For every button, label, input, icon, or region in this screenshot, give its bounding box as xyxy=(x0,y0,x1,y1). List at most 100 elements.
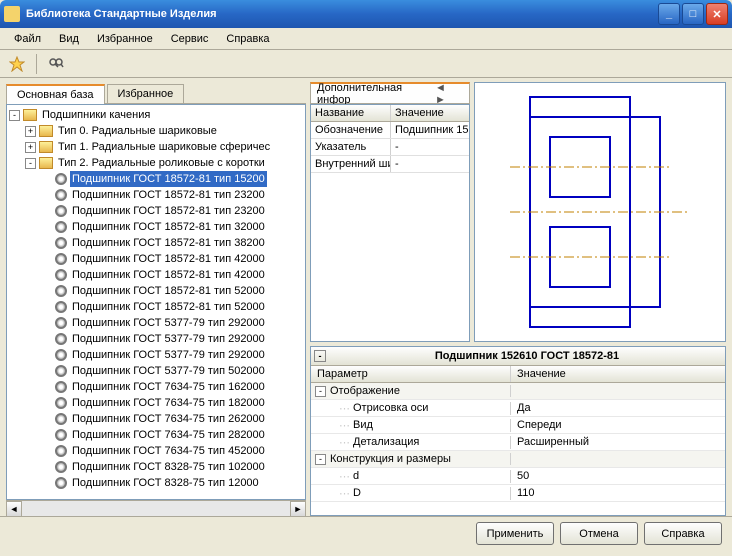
close-button[interactable]: ✕ xyxy=(706,3,728,25)
bearing-icon xyxy=(55,429,67,441)
tree-item[interactable]: +Тип 0. Радиальные шариковые xyxy=(9,123,303,139)
expand-all-icon[interactable]: - xyxy=(314,350,326,362)
tree-item-label: Тип 1. Радиальные шариковые сферичес xyxy=(56,139,272,155)
tree-item[interactable]: Подшипник ГОСТ 7634-75 тип 262000 xyxy=(9,411,303,427)
info-grid: Название Значение ОбозначениеПодшипник 1… xyxy=(310,104,470,342)
menu-service[interactable]: Сервис xyxy=(163,31,217,47)
bearing-icon xyxy=(55,397,67,409)
param-group[interactable]: -Конструкция и размеры xyxy=(311,451,725,468)
param-row[interactable]: ⋯D110 xyxy=(311,485,725,502)
drawing-preview xyxy=(474,82,726,342)
param-row[interactable]: ⋯ВидСпереди xyxy=(311,417,725,434)
tab-favorites[interactable]: Избранное xyxy=(107,84,185,103)
scroll-right-button[interactable]: ► xyxy=(290,501,306,517)
tree-item[interactable]: Подшипник ГОСТ 7634-75 тип 282000 xyxy=(9,427,303,443)
maximize-button[interactable]: □ xyxy=(682,3,704,25)
expander-icon[interactable]: + xyxy=(25,142,36,153)
bearing-icon xyxy=(55,173,67,185)
bearing-icon xyxy=(55,269,67,281)
tree-item[interactable]: Подшипник ГОСТ 18572-81 тип 42000 xyxy=(9,267,303,283)
expander-icon[interactable]: - xyxy=(9,110,20,121)
menu-favorites[interactable]: Избранное xyxy=(89,31,161,47)
minimize-button[interactable]: _ xyxy=(658,3,680,25)
separator xyxy=(36,54,37,74)
tree-item[interactable]: Подшипник ГОСТ 18572-81 тип 52000 xyxy=(9,283,303,299)
tab-nav-left-icon[interactable]: ◄ xyxy=(433,82,448,94)
tree-item[interactable]: Подшипник ГОСТ 18572-81 тип 42000 xyxy=(9,251,303,267)
tab-additional-info[interactable]: Дополнительная инфор ◄ ► xyxy=(310,82,470,103)
tree-item[interactable]: + Тип 1. Радиальные шариковые сферичес xyxy=(9,139,303,155)
tree-item[interactable]: Подшипник ГОСТ 18572-81 тип 38200 xyxy=(9,235,303,251)
param-row[interactable]: ⋯Отрисовка осиДа xyxy=(311,400,725,417)
folder-icon xyxy=(39,157,53,169)
info-row: ОбозначениеПодшипник 15: xyxy=(311,122,469,139)
expander-icon[interactable]: - xyxy=(315,454,326,465)
tree-view[interactable]: - Подшипники качения+Тип 0. Радиальные ша… xyxy=(6,104,306,500)
expander-icon[interactable]: - xyxy=(315,386,326,397)
tree-item-label: Подшипники качения xyxy=(40,107,152,123)
cancel-button[interactable]: Отмена xyxy=(560,522,638,545)
bearing-icon xyxy=(55,461,67,473)
bearing-icon xyxy=(55,333,67,345)
tree-item[interactable]: Подшипник ГОСТ 8328-75 тип 12000 xyxy=(9,475,303,491)
footer: Применить Отмена Справка xyxy=(0,516,732,550)
tree-item-label: Подшипник ГОСТ 18572-81 тип 42000 xyxy=(70,267,267,283)
tree-item[interactable]: Подшипник ГОСТ 18572-81 тип 52000 xyxy=(9,299,303,315)
param-value: Расширенный xyxy=(511,436,725,448)
param-value: 50 xyxy=(511,470,725,482)
param-group[interactable]: -Отображение xyxy=(311,383,725,400)
menubar: Файл Вид Избранное Сервис Справка xyxy=(0,28,732,50)
tree-item[interactable]: Подшипник ГОСТ 5377-79 тип 292000 xyxy=(9,331,303,347)
menu-view[interactable]: Вид xyxy=(51,31,87,47)
tree-item[interactable]: Подшипник ГОСТ 5377-79 тип 292000 xyxy=(9,315,303,331)
tree-item-label: Подшипник ГОСТ 18572-81 тип 52000 xyxy=(70,283,267,299)
tree-item[interactable]: Подшипник ГОСТ 18572-81 тип 15200 xyxy=(9,171,303,187)
favorite-icon[interactable] xyxy=(6,53,28,75)
tree-item-label: Подшипник ГОСТ 5377-79 тип 292000 xyxy=(70,331,267,347)
bearing-icon xyxy=(55,365,67,377)
apply-button[interactable]: Применить xyxy=(476,522,554,545)
menu-file[interactable]: Файл xyxy=(6,31,49,47)
tree-item[interactable]: Подшипник ГОСТ 7634-75 тип 162000 xyxy=(9,379,303,395)
info-header-name: Название xyxy=(311,105,391,121)
bearing-icon xyxy=(55,445,67,457)
help-button[interactable]: Справка xyxy=(644,522,722,545)
tree-item-label: Подшипник ГОСТ 5377-79 тип 502000 xyxy=(70,363,267,379)
param-row[interactable]: ⋯d50 xyxy=(311,468,725,485)
tree-item[interactable]: Подшипник ГОСТ 18572-81 тип 32000 xyxy=(9,219,303,235)
folder-icon xyxy=(23,109,37,121)
tree-item-label: Подшипник ГОСТ 7634-75 тип 452000 xyxy=(70,443,267,459)
param-value: Да xyxy=(511,402,725,414)
param-row[interactable]: ⋯ДетализацияРасширенный xyxy=(311,434,725,451)
tree-item[interactable]: Подшипник ГОСТ 7634-75 тип 182000 xyxy=(9,395,303,411)
params-header-param: Параметр xyxy=(311,366,511,382)
tab-main-base[interactable]: Основная база xyxy=(6,84,105,104)
param-name: D xyxy=(353,487,361,499)
tree-item[interactable]: Подшипник ГОСТ 8328-75 тип 102000 xyxy=(9,459,303,475)
tree-item[interactable]: Подшипник ГОСТ 5377-79 тип 292000 xyxy=(9,347,303,363)
tree-item-label: Подшипник ГОСТ 18572-81 тип 52000 xyxy=(70,299,267,315)
find-icon[interactable] xyxy=(45,53,67,75)
scroll-left-button[interactable]: ◄ xyxy=(6,501,22,517)
tree-item[interactable]: Подшипник ГОСТ 18572-81 тип 23200 xyxy=(9,187,303,203)
param-group-label: Отображение xyxy=(330,385,400,397)
tree-item[interactable]: Подшипник ГОСТ 7634-75 тип 452000 xyxy=(9,443,303,459)
tree-item-label: Подшипник ГОСТ 8328-75 тип 102000 xyxy=(70,459,267,475)
menu-help[interactable]: Справка xyxy=(218,31,277,47)
tree-item-label: Подшипник ГОСТ 7634-75 тип 182000 xyxy=(70,395,267,411)
scroll-track[interactable] xyxy=(22,501,290,516)
tree-item[interactable]: -Тип 2. Радиальные роликовые с коротки xyxy=(9,155,303,171)
expander-icon[interactable]: + xyxy=(25,126,36,137)
folder-icon xyxy=(39,141,53,153)
tree-item[interactable]: Подшипник ГОСТ 18572-81 тип 23200 xyxy=(9,203,303,219)
param-value: 110 xyxy=(511,487,725,499)
bearing-icon xyxy=(55,317,67,329)
tree-item[interactable]: Подшипник ГОСТ 5377-79 тип 502000 xyxy=(9,363,303,379)
horizontal-scrollbar[interactable]: ◄ ► xyxy=(6,500,306,516)
tree-item[interactable]: - Подшипники качения xyxy=(9,107,303,123)
tree-item-label: Подшипник ГОСТ 7634-75 тип 262000 xyxy=(70,411,267,427)
info-cell-value: - xyxy=(391,139,469,155)
expander-icon[interactable]: - xyxy=(25,158,36,169)
info-header-value: Значение xyxy=(391,105,469,121)
info-row: Указатель- xyxy=(311,139,469,156)
